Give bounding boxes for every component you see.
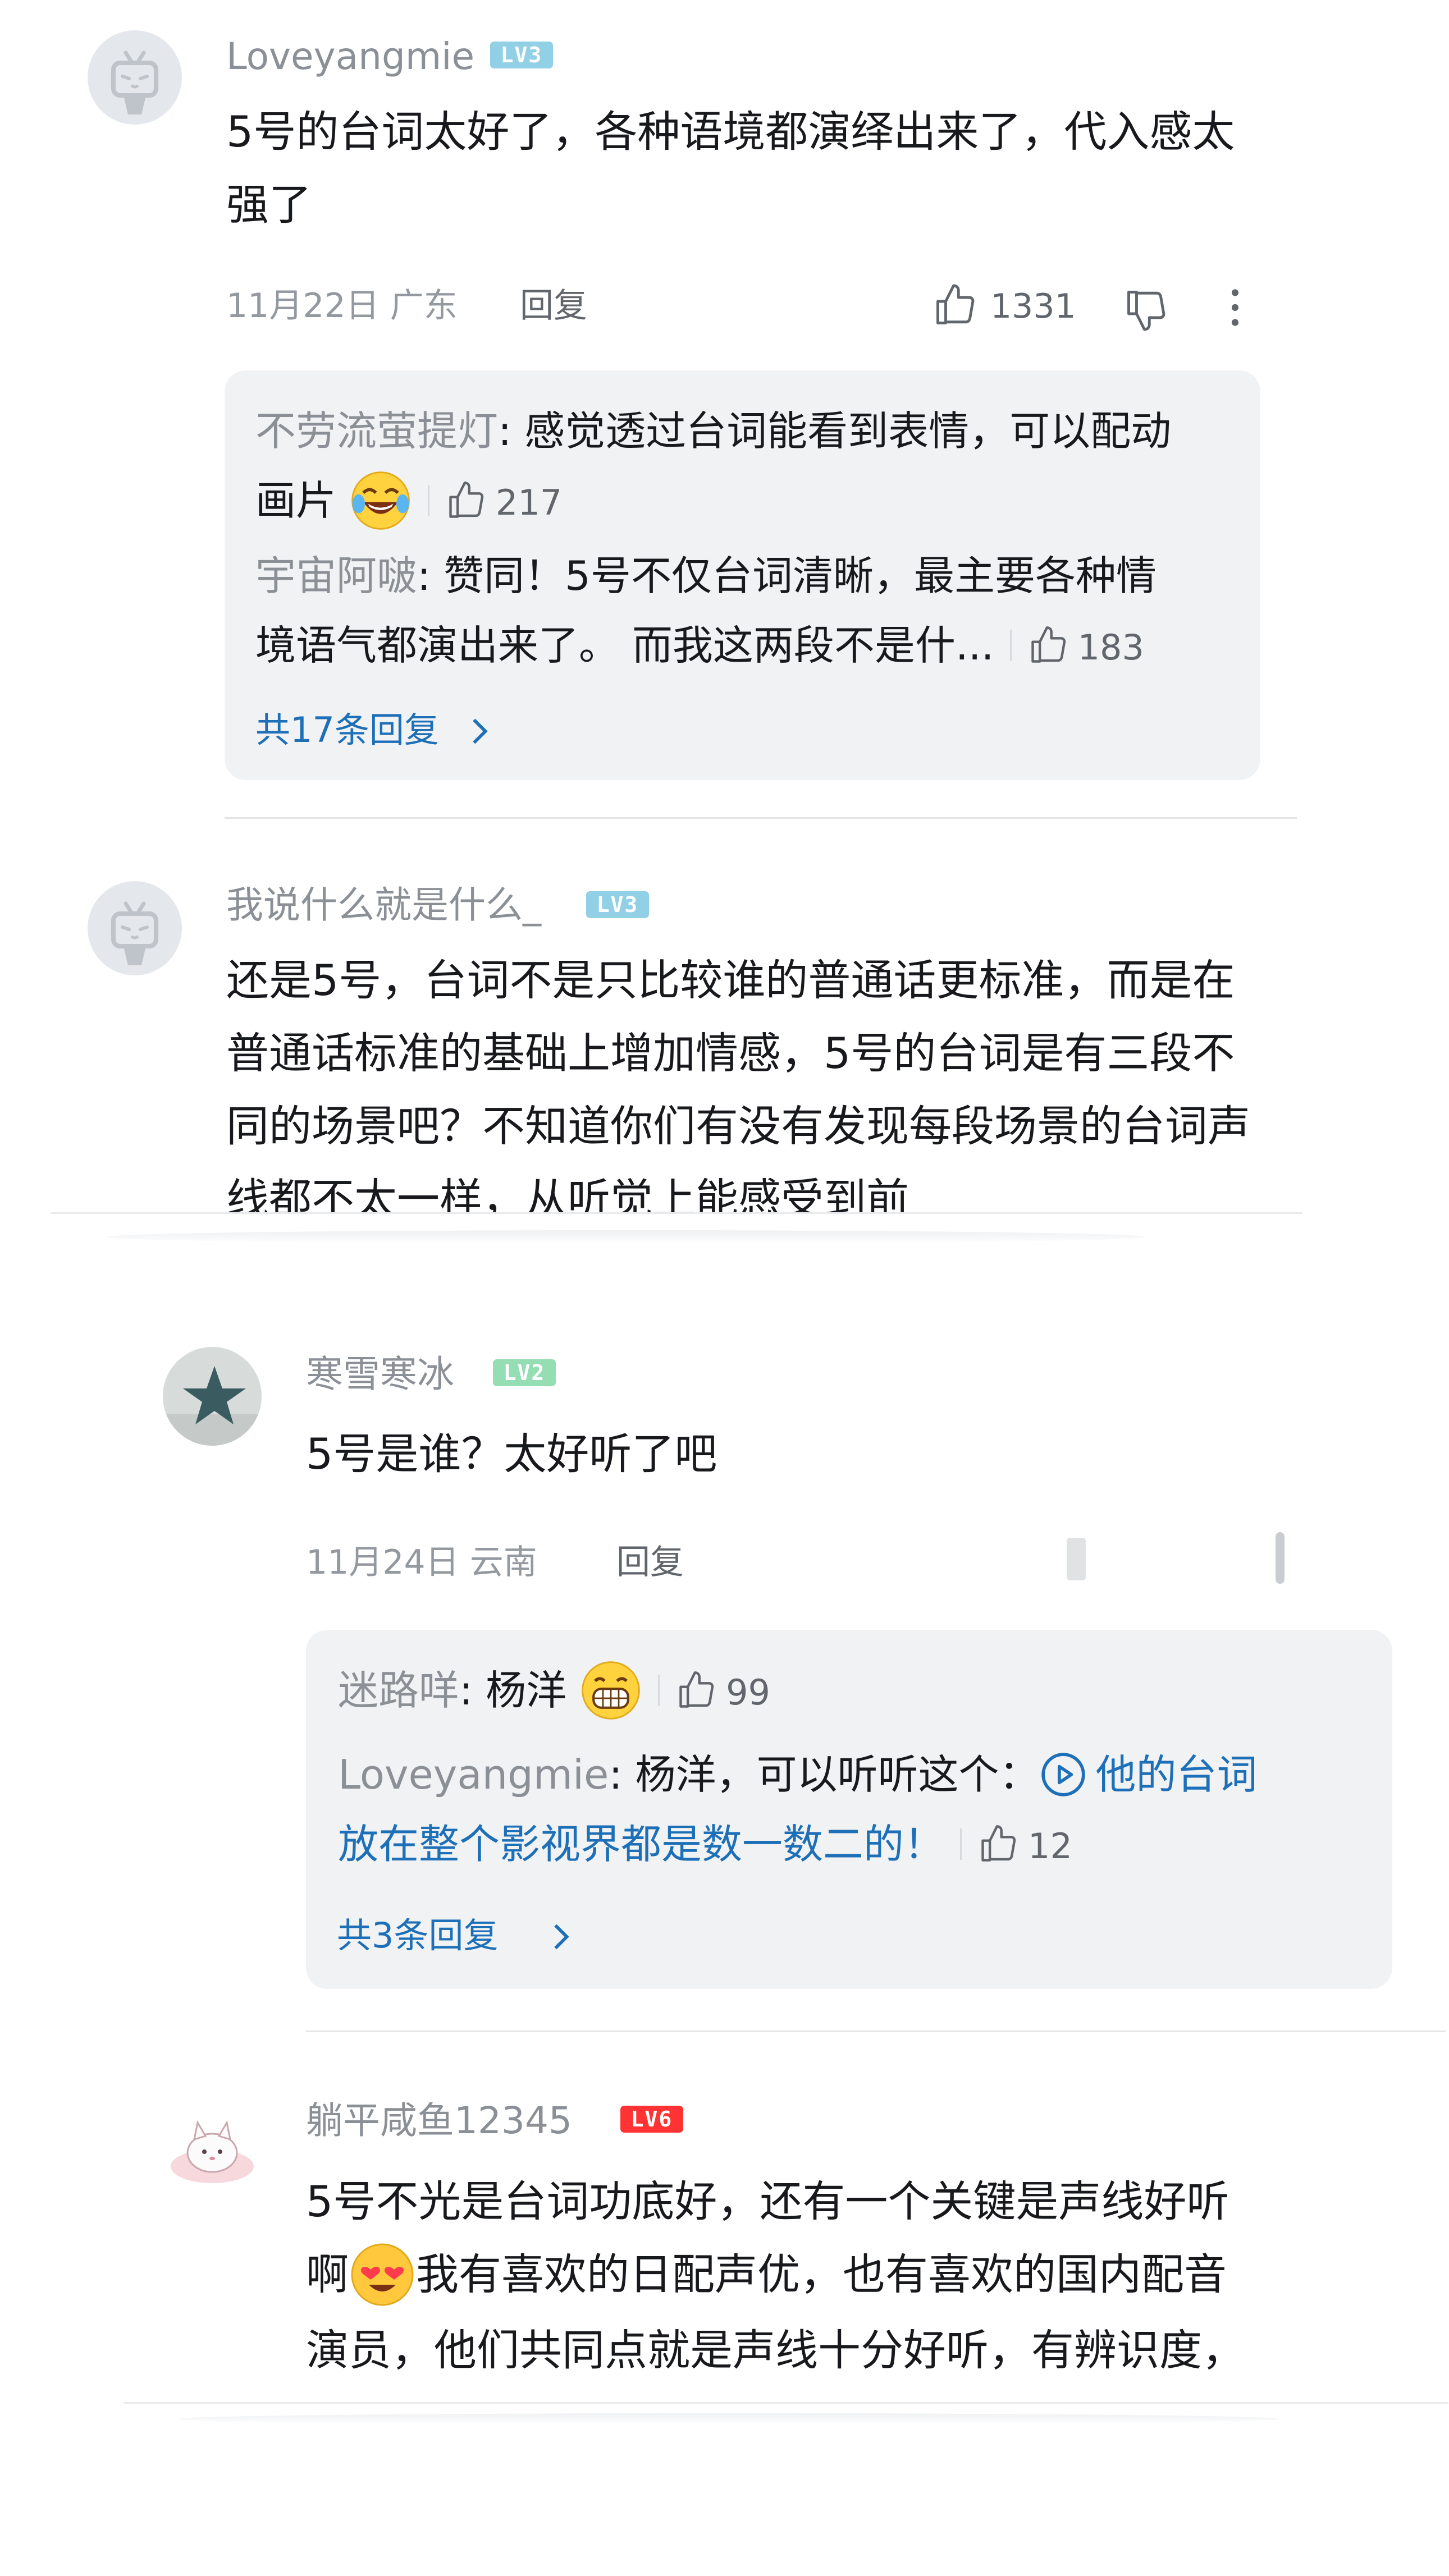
username[interactable]: 寒雪寒冰 (306, 1356, 454, 1393)
star-avatar-icon (163, 1347, 262, 1446)
thumb-down-icon[interactable] (1123, 283, 1170, 337)
action-bar-blurred (1276, 1532, 1285, 1584)
sub-reply-colon: : (609, 1751, 636, 1798)
comment-text-line: 5号不光是台词功底好，还有一个关键是声线好听 (306, 2176, 1229, 2226)
play-circle-icon (1041, 1753, 1086, 1797)
card-shadow (107, 1230, 1145, 1244)
comment-text: 5号的台词太好了，各种语境都演绎出来了，代入感太强了 (226, 107, 1235, 230)
screenshot-seam (51, 1212, 1302, 1214)
thumb-up-icon[interactable] (675, 1666, 718, 1715)
sub-reply-username[interactable]: Loveyangmie (338, 1751, 609, 1798)
sub-reply-colon: : (498, 407, 525, 455)
comment-text: 5号不光是台词功底好，还有一个关键是声线好听 啊 我有喜欢的日配声优，也有喜欢的国… (306, 2165, 1373, 2387)
comment-text-line: 演员，他们共同点就是声线十分好听，有辨识度， (306, 2325, 1245, 2375)
thumb-up-icon[interactable] (1027, 621, 1070, 670)
sub-reply-like-count: 183 (1077, 627, 1144, 668)
sub-reply[interactable]: Loveyangmie: 杨洋，可以听听这个： 他的台词 放在整个影视界都是数一数… (338, 1740, 1371, 1881)
sub-reply-like-count: 12 (1028, 1826, 1072, 1867)
level-badge: LV6 (620, 2106, 683, 2133)
reply-button[interactable]: 回复 (616, 1546, 684, 1579)
chevron-right-icon (554, 1924, 569, 1950)
level-badge: LV3 (490, 42, 553, 68)
sub-reply-colon: : (459, 1667, 486, 1714)
sub-reply-username[interactable]: 迷路咩 (338, 1667, 459, 1714)
comment-text-clip: 还是5号，台词不是只比较谁的普通话更标准，而是在普通话标准的基础上增加情感，5号… (226, 944, 1270, 1213)
sub-reply-text: 杨洋，可以听听这个： (635, 1751, 1040, 1798)
avatar[interactable] (88, 30, 182, 125)
avatar[interactable] (163, 2093, 262, 2192)
separator (427, 485, 429, 517)
heart-eyes-emoji (351, 2243, 414, 2306)
comment-date: 11月22日 广东 (226, 286, 458, 326)
sub-reply-text: 画片 (255, 477, 337, 524)
level-badge: LV2 (493, 1359, 556, 1386)
screenshot-seam (124, 2402, 1448, 2404)
chevron-right-icon (473, 718, 488, 744)
separator (658, 1675, 660, 1707)
action-bar-blurred (1067, 1538, 1086, 1580)
comment-text: 5号是谁？太好听了吧 (306, 1429, 717, 1479)
sub-reply-username[interactable]: 宇宙阿啵 (255, 552, 417, 599)
comment-text-line: 我有喜欢的日配声优，也有喜欢的国内配音 (416, 2249, 1227, 2299)
separator (960, 1828, 962, 1860)
username[interactable]: 我说什么就是什么_ (226, 887, 541, 924)
sub-reply[interactable]: 不劳流萤提灯: 感觉透过台词能看到表情，可以配动 画片 217 (255, 396, 1244, 538)
default-avatar-icon (111, 51, 158, 114)
avatar[interactable] (88, 881, 182, 975)
comment-date: 11月24日 云南 (306, 1543, 537, 1582)
reply-button[interactable]: 回复 (520, 289, 587, 323)
comment-divider (306, 2030, 1446, 2032)
comment-text: 还是5号，台词不是只比较谁的普通话更标准，而是在普通话标准的基础上增加情感，5号… (226, 955, 1250, 1213)
comment-divider (225, 817, 1297, 819)
like-count: 1331 (990, 287, 1076, 326)
thumb-up-icon[interactable] (445, 476, 488, 525)
level-badge: LV3 (586, 891, 649, 918)
thumb-up-icon (936, 284, 975, 324)
thumb-up-icon[interactable] (977, 1820, 1020, 1868)
sub-reply-like-count: 217 (495, 482, 563, 523)
sub-reply-text: 感觉透过台词能看到表情，可以配动 (524, 407, 1172, 455)
sub-reply-text: 赞同！5号不仅台词清晰，最主要各种情 (444, 552, 1157, 599)
sub-reply[interactable]: 宇宙阿啵: 赞同！5号不仅台词清晰，最主要各种情 境语气都演出来了。 而我这两段… (255, 541, 1244, 682)
default-avatar-icon (111, 901, 158, 965)
sub-reply-like-count: 99 (726, 1672, 770, 1713)
sub-reply-username[interactable]: 不劳流萤提灯 (255, 407, 498, 455)
view-more-replies-label: 共17条回复 (255, 709, 439, 750)
video-link[interactable]: 他的台词 (1095, 1751, 1257, 1798)
cat-avatar-icon (171, 2120, 254, 2183)
sub-reply[interactable]: 迷路咩: 杨洋 99 (338, 1656, 1371, 1727)
comment-text-line: 啊 (306, 2249, 349, 2299)
video-link[interactable]: 放在整个影视界都是数一数二的！ (338, 1821, 944, 1868)
username[interactable]: Loveyangmie (226, 38, 474, 75)
sub-reply-text: 境语气都演出来了。 而我这两段不是什... (255, 622, 994, 669)
avatar[interactable] (163, 1347, 262, 1446)
username[interactable]: 躺平咸鱼12345 (306, 2102, 572, 2139)
laugh-cry-emoji (351, 471, 410, 530)
more-options-icon[interactable] (1224, 286, 1246, 329)
card-shadow (180, 2413, 1280, 2424)
view-more-replies-label: 共3条回复 (337, 1915, 499, 1956)
separator (1009, 630, 1012, 662)
sub-reply-colon: : (417, 552, 444, 599)
sub-reply-text: 杨洋 (486, 1667, 567, 1714)
grin-emoji (582, 1661, 640, 1720)
